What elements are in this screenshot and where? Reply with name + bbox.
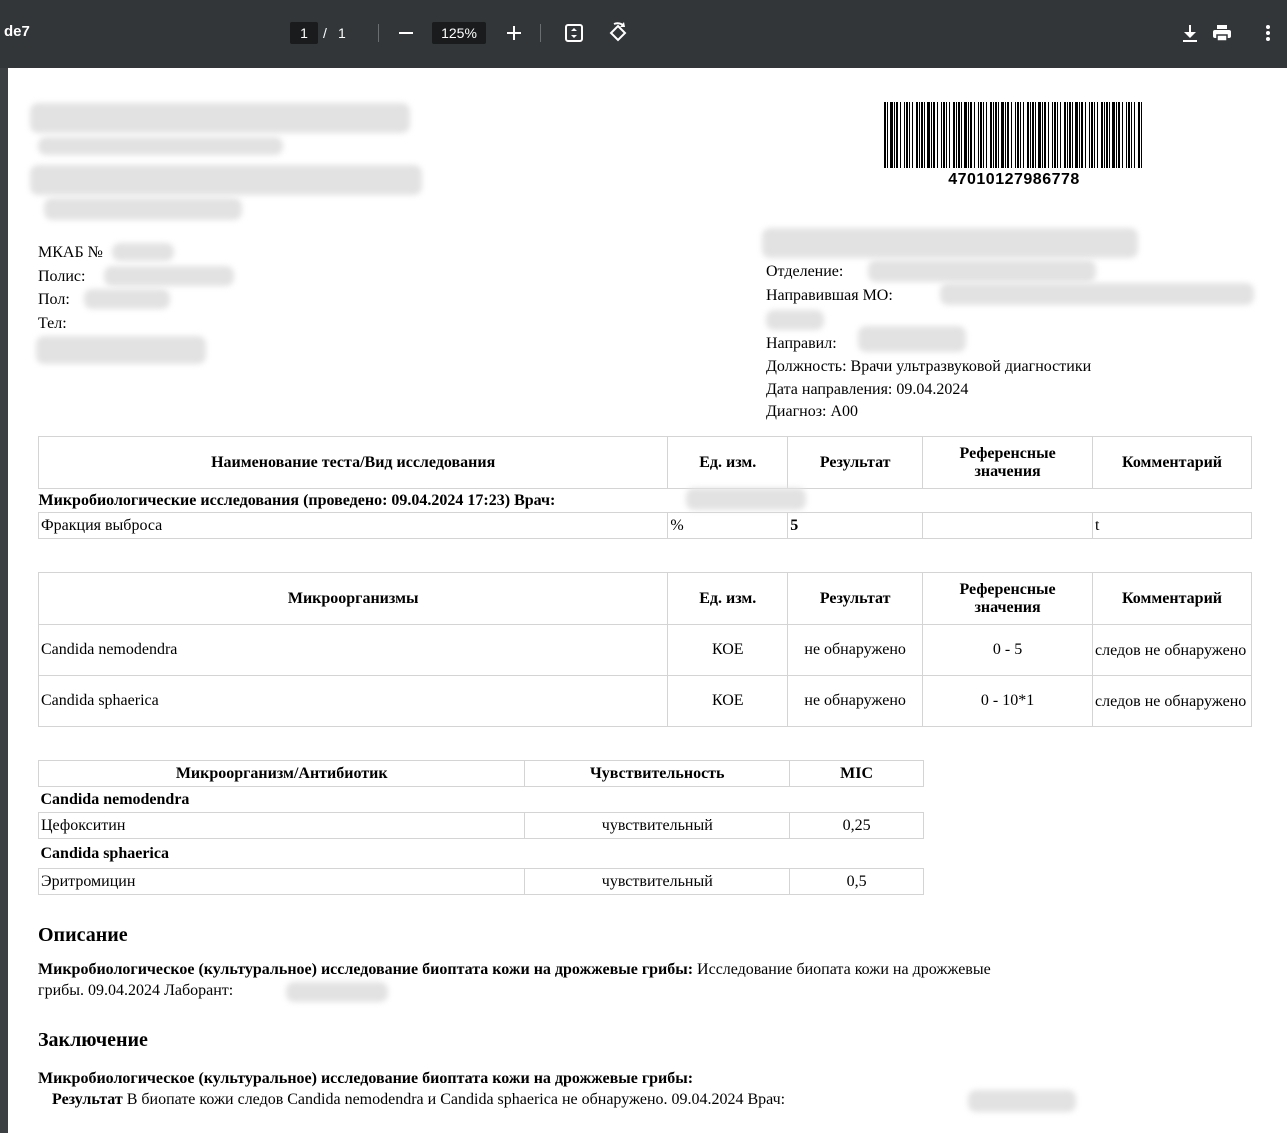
minus-icon[interactable] — [393, 20, 419, 46]
column-header: Ед. изм. — [667, 436, 789, 489]
column-header: Референсные значения — [922, 436, 1094, 489]
redacted-block — [762, 228, 1138, 258]
redacted-block — [44, 198, 242, 220]
table-row: Candida sphaerica КОЕ не обнаружено 0 - … — [37, 675, 1252, 727]
column-header: Результат — [787, 572, 924, 625]
redacted-value — [968, 1090, 1076, 1112]
table-cell: не обнаружено — [787, 624, 924, 676]
conclusion-title: Микробиологическое (культуральное) иссле… — [38, 1070, 694, 1087]
otdelenie-label: Отделение: — [766, 263, 844, 280]
table-cell: 0 - 10*1 — [922, 675, 1094, 727]
redacted-value — [686, 488, 806, 510]
page-total: 1 — [338, 25, 346, 41]
redacted-value — [84, 289, 170, 309]
toolbar-divider — [540, 24, 541, 42]
table-cell: чувствительный — [524, 868, 791, 895]
redacted-value — [858, 326, 966, 352]
polis-label: Полис: — [38, 268, 86, 285]
table-cell: Candida sphaerica — [37, 675, 669, 727]
result-text: В биопате кожи следов Candida nemodendra… — [122, 1091, 786, 1108]
barcode — [884, 102, 1142, 168]
antibiotic-table: Микроорганизм/Антибиотик Чувствительност… — [37, 760, 924, 895]
redacted-value — [36, 336, 206, 364]
column-header: Референсные значения — [922, 572, 1094, 625]
result-label: Результат — [52, 1091, 123, 1108]
redacted-value — [104, 266, 234, 286]
description-body-2: грибы. 09.04.2024 Лаборант: — [38, 982, 234, 999]
description-text: Микробиологическое (культуральное) иссле… — [38, 959, 1258, 1001]
dolzhnost: Должность: Врачи ультразвуковой диагност… — [766, 358, 1092, 375]
rotate-icon[interactable] — [605, 20, 631, 46]
table-cell: КОЕ — [667, 624, 789, 676]
page-separator: / — [323, 25, 327, 41]
table-cell — [922, 512, 1094, 539]
table-row: Candida nemodendra КОЕ не обнаружено 0 -… — [37, 624, 1252, 676]
table-cell: Цефокситин — [37, 812, 526, 839]
description-heading: Описание — [38, 924, 128, 946]
column-header: Комментарий — [1092, 436, 1252, 489]
more-vert-icon[interactable] — [1255, 20, 1281, 46]
table-row: Цефокситин чувствительный 0,25 — [37, 812, 924, 839]
table-row: Эритромицин чувствительный 0,5 — [37, 868, 924, 895]
tel-label: Тел: — [38, 315, 67, 332]
redacted-value — [112, 243, 174, 261]
column-header: Ед. изм. — [667, 572, 789, 625]
redacted-value — [286, 982, 388, 1002]
table-cell: следов не обнаружено — [1092, 624, 1252, 676]
table-cell: Candida nemodendra — [37, 624, 669, 676]
table-cell: 0 - 5 — [922, 624, 1094, 676]
table-cell: t — [1092, 512, 1252, 539]
column-header: Комментарий — [1092, 572, 1252, 625]
plus-icon[interactable] — [501, 20, 527, 46]
zoom-input[interactable]: 125% — [432, 22, 486, 44]
redacted-block — [30, 103, 410, 133]
description-body: Исследование биопата кожи на дрожжевые — [693, 961, 991, 978]
column-header: Микроорганизмы — [37, 572, 669, 625]
table-cell: 0,5 — [789, 868, 924, 895]
table-cell: следов не обнаружено — [1092, 675, 1252, 727]
column-header: MIC — [789, 760, 924, 787]
table-cell: % — [667, 512, 789, 539]
page-number-input[interactable]: 1 — [290, 22, 318, 44]
tests-table: Наименование теста/Вид исследования Ед. … — [37, 436, 1252, 539]
pdf-toolbar: de7 1 / 1 125% — [0, 0, 1287, 68]
download-icon[interactable] — [1177, 20, 1203, 46]
table-cell: не обнаружено — [787, 675, 924, 727]
print-icon[interactable] — [1209, 20, 1235, 46]
column-header: Наименование теста/Вид исследования — [37, 436, 669, 489]
redacted-block — [38, 137, 283, 155]
pol-label: Пол: — [38, 291, 70, 308]
table-cell: Фракция выброса — [37, 512, 669, 539]
column-header: Микроорганизм/Антибиотик — [37, 760, 526, 787]
table-cell: чувствительный — [524, 812, 791, 839]
organism-group-title: Candida sphaerica — [40, 844, 169, 862]
redacted-value — [868, 260, 1096, 282]
column-header: Результат — [787, 436, 924, 489]
redacted-block — [30, 165, 422, 195]
redacted-value — [766, 310, 824, 330]
microorganisms-table: Микроорганизмы Ед. изм. Результат Рефере… — [37, 572, 1252, 727]
table-cell: Эритромицин — [37, 868, 526, 895]
table-cell: КОЕ — [667, 675, 789, 727]
diagnoz: Диагноз: A00 — [766, 403, 859, 420]
fit-page-icon[interactable] — [561, 20, 587, 46]
toolbar-divider — [378, 24, 379, 42]
mkab-label: МКАБ № — [38, 244, 103, 261]
viewer-gutter — [0, 68, 8, 1133]
napravil-label: Направил: — [766, 335, 837, 352]
column-header: Чувствительность — [524, 760, 791, 787]
napravivshaya-mo-label: Направившая МО: — [766, 287, 893, 304]
table-cell: 0,25 — [789, 812, 924, 839]
organism-group-title: Candida nemodendra — [40, 790, 190, 808]
barcode-number: 47010127986778 — [948, 171, 1080, 188]
data-napravleniya: Дата направления: 09.04.2024 — [766, 381, 969, 398]
redacted-value — [940, 283, 1254, 305]
section-title: Микробиологические исследования (проведе… — [38, 491, 556, 509]
conclusion-heading: Заключение — [38, 1029, 148, 1051]
document-title: de7 — [4, 23, 30, 40]
table-cell: 5 — [787, 512, 924, 539]
table-row: Фракция выброса % 5 t — [37, 512, 1252, 539]
description-title: Микробиологическое (культуральное) иссле… — [38, 961, 694, 978]
